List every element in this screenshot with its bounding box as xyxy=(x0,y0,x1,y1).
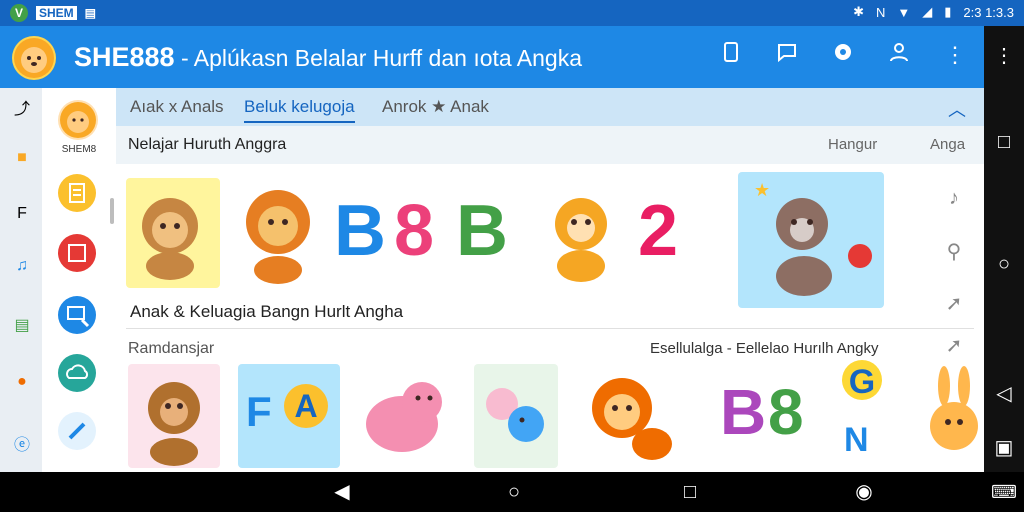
letter-b-blue[interactable]: B xyxy=(334,188,386,274)
chat-bubble-icon[interactable] xyxy=(772,40,802,70)
bunny-card[interactable] xyxy=(918,364,984,472)
nfc-icon: N xyxy=(875,4,886,20)
bluetooth-icon: ✱ xyxy=(853,4,864,19)
chevron-up-icon[interactable]: ︿ xyxy=(948,96,966,122)
pin-icon[interactable]: ➚ xyxy=(940,290,968,318)
section-link-2[interactable]: Esellulalga - Eellelao Hurılh Angky xyxy=(650,340,878,357)
keyboard-icon[interactable]: ⌨ xyxy=(984,472,1024,512)
bear-cub-card[interactable] xyxy=(536,184,626,288)
section-divider xyxy=(126,328,974,329)
recent-apps-icon[interactable]: □ xyxy=(678,480,702,504)
svg-text:★: ★ xyxy=(754,180,770,200)
tab-anak-anals[interactable]: Aıak x Anals xyxy=(130,97,224,117)
user-label: SHEM8 xyxy=(61,144,97,155)
more-vertical-icon[interactable]: ⋮ xyxy=(992,44,1016,68)
section-title: Nelajar Huruth Anggra xyxy=(128,136,287,153)
status-right: ✱ N ▼ ◢ ▮ 2:3 1:3.3 xyxy=(853,4,1014,20)
app-subtitle: - Aplúkasn Belalar Hurff dan ıota Angka xyxy=(180,45,583,71)
gear-icon[interactable] xyxy=(828,40,858,70)
home-icon[interactable]: ○ xyxy=(502,480,526,504)
music-icon: ♫ xyxy=(16,257,28,274)
status-bar: V SHEM ▤ ✱ N ▼ ◢ ▮ 2:3 1:3.3 xyxy=(0,0,1024,26)
book-icon[interactable] xyxy=(58,174,96,212)
music-note-icon[interactable]: ♪ xyxy=(940,184,968,212)
nav-drawer: SHEM8 xyxy=(42,88,117,472)
arrow-icon: ⤴ xyxy=(13,101,30,118)
letter-n[interactable]: N xyxy=(844,418,869,462)
back-icon[interactable]: ◀ xyxy=(330,480,354,504)
notification-icon: ▤ xyxy=(84,6,97,20)
assistant-icon[interactable]: ◉ xyxy=(852,480,876,504)
letter-g[interactable]: G xyxy=(842,360,882,401)
letter-a: A xyxy=(284,384,328,428)
calendar-icon[interactable] xyxy=(58,234,96,272)
wifi-icon: ▼ xyxy=(897,4,911,20)
screenshot-icon[interactable]: ▣ xyxy=(992,436,1016,460)
tab-beluk-kelugoja[interactable]: Beluk kelugoja xyxy=(244,97,355,123)
letter-f: F xyxy=(246,388,272,435)
avatar-icon: ● xyxy=(17,373,27,390)
pencil-icon[interactable] xyxy=(58,412,96,450)
digit-8-pink[interactable]: 8 xyxy=(394,188,434,274)
pink-bear-card[interactable] xyxy=(356,368,456,464)
app-badge-icon: V xyxy=(10,4,28,22)
lion-cub-card[interactable] xyxy=(232,178,324,288)
pin-icon[interactable]: ➚ xyxy=(940,332,968,360)
cloud-icon[interactable] xyxy=(58,354,96,392)
section-link-hangur[interactable]: Hangur xyxy=(828,136,877,153)
recent-apps-icon[interactable]: □ xyxy=(992,130,1016,154)
search-icon[interactable]: ⚲ xyxy=(940,238,968,266)
person-icon[interactable] xyxy=(884,40,914,70)
clock: 2:3 1:3.3 xyxy=(963,4,1014,20)
app-actions: ⋮ xyxy=(716,40,970,70)
text-icon: F xyxy=(17,205,27,222)
book-icon: ▤ xyxy=(14,317,30,334)
tab-bar: Aıak x Anals Beluk kelugoja Anrok ★ Anak… xyxy=(116,88,984,126)
folder-icon: ■ xyxy=(17,149,27,166)
letter-b-green[interactable]: B xyxy=(456,188,508,274)
digit-2-pink[interactable]: 2 xyxy=(638,188,678,274)
row-caption: Anak & Keluagia Bangn Hurlt Angha xyxy=(130,302,404,321)
bear-card[interactable]: ★ xyxy=(738,172,884,308)
brand-name: SHE888 xyxy=(74,42,175,72)
signal-icon: ◢ xyxy=(922,4,933,19)
app-logo xyxy=(12,36,56,80)
letters-fa-card[interactable]: F A xyxy=(238,364,340,468)
more-vertical-icon[interactable]: ⋮ xyxy=(940,40,970,70)
digit-8-green[interactable]: 8 xyxy=(768,372,804,452)
status-text: SHEM xyxy=(36,6,77,20)
battery-icon: ▮ xyxy=(944,4,952,19)
search-icon[interactable] xyxy=(58,296,96,334)
home-icon[interactable]: ○ xyxy=(992,252,1016,276)
drawer-scroll-rail[interactable] xyxy=(110,198,114,224)
background-app-strip: ⤴ ■ F ♫ ▤ ● ⓔ xyxy=(0,88,42,472)
section-link-anga[interactable]: Anga xyxy=(930,136,965,153)
tab-anrok-anak[interactable]: Anrok ★ Anak xyxy=(382,97,489,117)
section-title-2: Ramdansjar xyxy=(128,340,215,357)
main-content: Aıak x Anals Beluk kelugoja Anrok ★ Anak… xyxy=(116,88,984,472)
lion-card-2[interactable] xyxy=(128,364,220,468)
avatar[interactable] xyxy=(58,100,98,140)
app-bar: SHE888 - Aplúkasn Belalar Hurff dan ıota… xyxy=(0,26,984,88)
lion-card-3[interactable] xyxy=(574,364,680,468)
back-icon[interactable]: ◁ xyxy=(992,382,1016,406)
letter-b-pink[interactable]: B xyxy=(720,372,766,452)
system-nav-right: ⋮ □ ○ ◁ ▣ xyxy=(984,26,1024,472)
tablet-icon[interactable] xyxy=(716,40,746,70)
status-left: V SHEM ▤ xyxy=(10,4,96,22)
app-title: SHE888 - Aplúkasn Belalar Hurff dan ıota… xyxy=(74,42,582,73)
system-nav-bottom: ◀ ○ □ ◉ xyxy=(0,472,984,512)
section-header: Nelajar Huruth Anggra Hangur Anga xyxy=(116,126,984,164)
birds-card[interactable] xyxy=(474,364,558,468)
info-icon: ⓔ xyxy=(13,437,30,454)
lion-card[interactable] xyxy=(126,178,220,288)
